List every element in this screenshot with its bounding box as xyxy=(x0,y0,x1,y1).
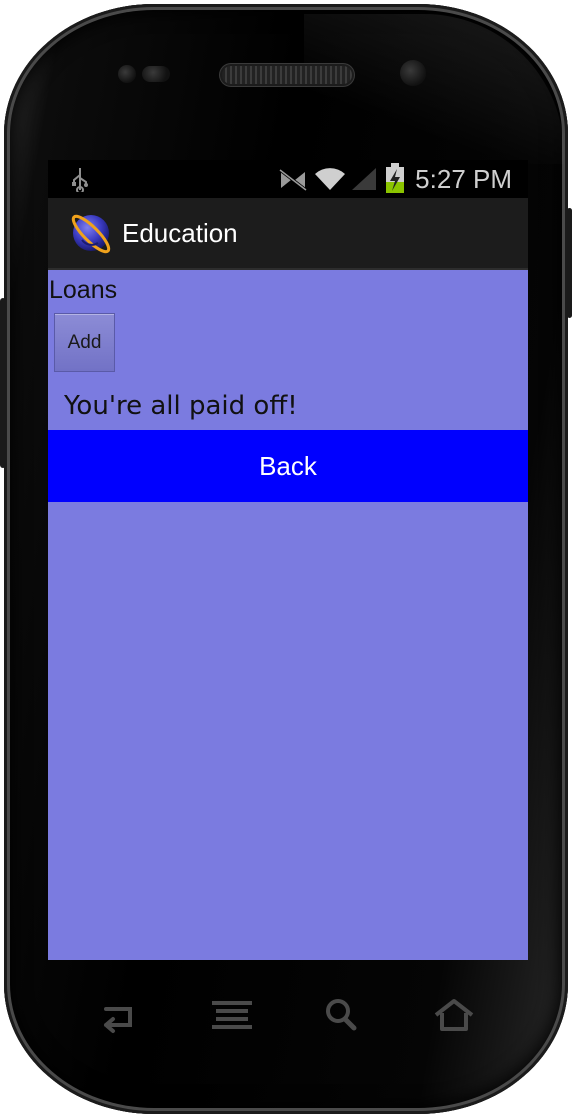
proximity-sensor xyxy=(118,65,136,83)
back-button[interactable]: Back xyxy=(48,430,528,502)
loans-label: Loans xyxy=(49,276,118,304)
signal-muted-icon xyxy=(279,168,307,192)
status-time: 5:27 PM xyxy=(415,164,512,194)
battery-charging-icon xyxy=(386,163,404,193)
action-bar: Education xyxy=(48,198,528,270)
screen: 5:27 PM Education Loans Add You're all p… xyxy=(48,160,528,960)
paid-off-message: You're all paid off! xyxy=(64,391,298,421)
home-icon[interactable] xyxy=(432,995,476,1035)
light-sensor xyxy=(142,66,170,82)
power-button xyxy=(567,208,572,318)
cell-signal-icon xyxy=(352,168,376,190)
app-planet-icon[interactable] xyxy=(68,210,114,256)
add-loan-button[interactable]: Add xyxy=(54,313,115,372)
search-icon[interactable] xyxy=(320,995,364,1035)
back-icon[interactable] xyxy=(96,995,140,1035)
earpiece-speaker xyxy=(222,66,352,84)
wifi-icon xyxy=(315,168,345,190)
status-bar: 5:27 PM xyxy=(48,160,528,198)
menu-icon[interactable] xyxy=(210,995,254,1035)
frame-gloss xyxy=(304,14,564,164)
app-title: Education xyxy=(122,218,238,248)
front-camera xyxy=(400,60,426,86)
usb-icon xyxy=(72,168,88,192)
volume-button xyxy=(0,298,6,468)
